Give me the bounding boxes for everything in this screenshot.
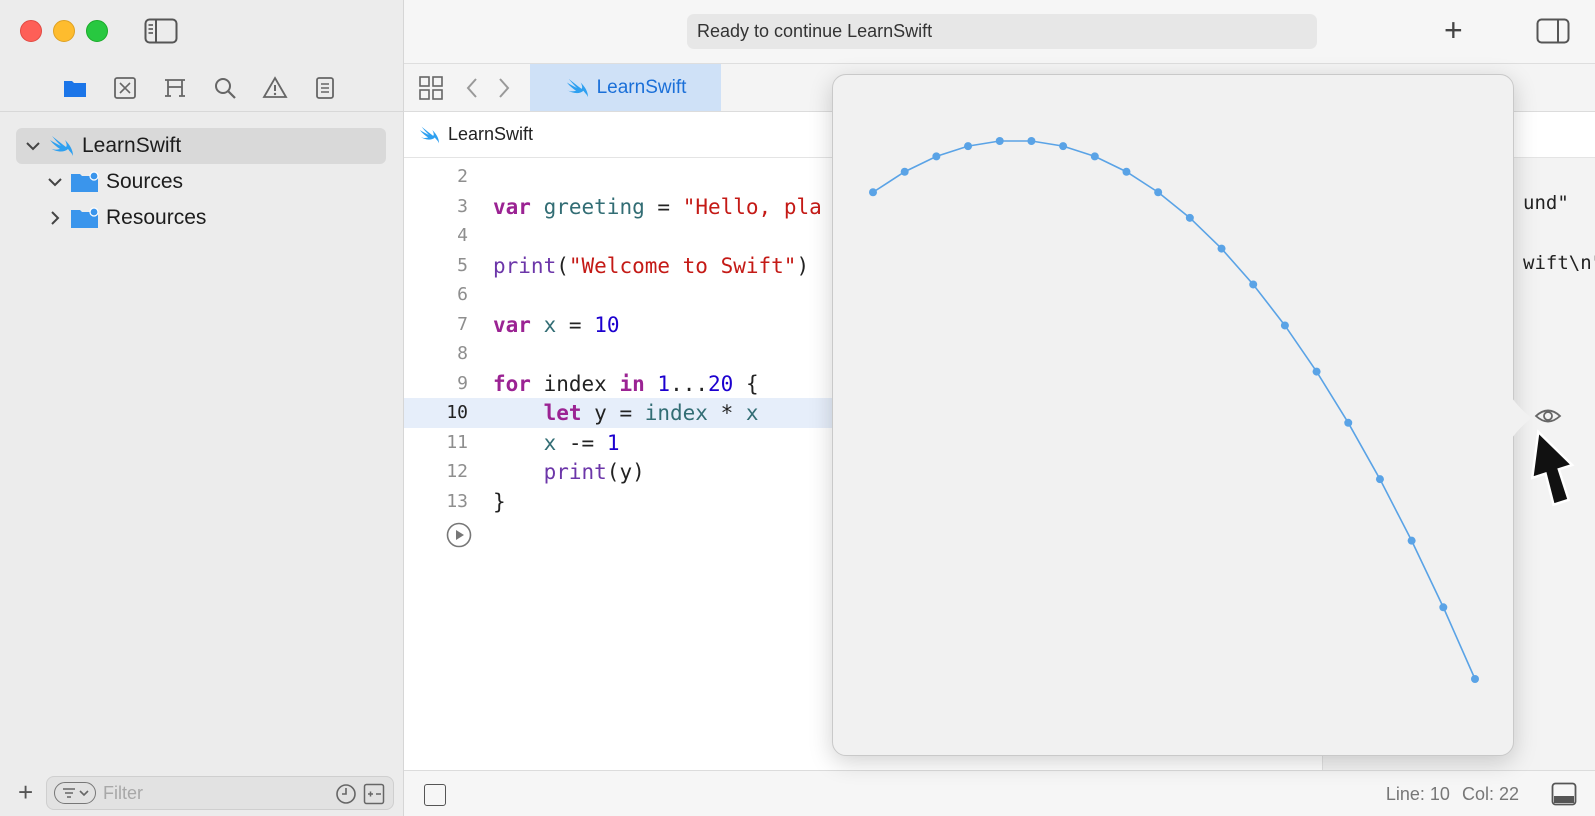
breadcrumb-label: LearnSwift	[448, 124, 534, 144]
data-point	[964, 142, 973, 151]
folder-icon	[71, 207, 99, 228]
chevron-down-icon[interactable]	[24, 137, 42, 155]
cursor-position: Line: 10 Col: 22	[1386, 784, 1519, 805]
title-bar: Ready to continue LearnSwift +	[404, 0, 1595, 64]
data-point	[1312, 367, 1321, 376]
tree-item-project-label: LearnSwift	[82, 134, 182, 157]
zoom-window-button[interactable]	[86, 20, 108, 42]
report-icon[interactable]	[312, 75, 338, 101]
data-point	[1217, 244, 1226, 253]
navigator-toolbar	[0, 64, 404, 112]
line-number-gutter: 2	[457, 166, 468, 187]
data-point	[1375, 475, 1384, 484]
result-line-chart	[869, 137, 1479, 683]
filter-input[interactable]: Filter	[103, 783, 143, 804]
data-point	[1471, 675, 1479, 683]
line-number-gutter: 4	[457, 225, 468, 246]
data-point	[1122, 167, 1131, 176]
inspector-toggle-icon[interactable]	[1536, 18, 1570, 44]
warning-icon[interactable]	[262, 75, 288, 101]
library-add-button[interactable]: +	[1444, 14, 1463, 46]
line-number-gutter: 10	[446, 402, 468, 423]
code-text[interactable]: for index in 1...20 {	[493, 372, 759, 396]
status-bar: Line: 10 Col: 22	[404, 770, 1595, 816]
data-point	[869, 188, 877, 197]
search-icon[interactable]	[212, 75, 238, 101]
chevron-right-icon[interactable]	[46, 209, 64, 227]
line-number-gutter: 11	[446, 431, 468, 453]
data-point	[1344, 418, 1353, 427]
line-number-gutter: 13	[446, 490, 468, 512]
data-point	[900, 167, 909, 176]
quick-look-graph-popover	[832, 74, 1514, 756]
data-point	[1439, 603, 1448, 612]
data-point	[1249, 280, 1258, 289]
data-point	[932, 152, 941, 161]
result-line-5[interactable]: wift\n"	[1523, 252, 1595, 274]
project-tree: LearnSwift Sources Resources	[16, 128, 386, 236]
related-items-grid-icon[interactable]	[418, 75, 444, 101]
recent-files-icon[interactable]	[335, 783, 357, 805]
chevron-down-icon[interactable]	[46, 173, 64, 191]
minimize-window-button[interactable]	[53, 20, 75, 42]
filter-field[interactable]: Filter	[46, 776, 394, 810]
line-number-gutter: 7	[457, 313, 468, 335]
data-point	[1154, 188, 1163, 197]
tree-item-resources-label: Resources	[106, 206, 207, 229]
tree-item-resources[interactable]: Resources	[16, 200, 386, 236]
series-line	[872, 140, 1476, 680]
code-text[interactable]: print("Welcome to Swift")	[493, 254, 809, 278]
chevron-right-icon[interactable]	[490, 75, 516, 101]
tab-label: LearnSwift	[596, 76, 687, 98]
line-number-gutter: 8	[457, 343, 468, 364]
mouse-cursor-icon	[1530, 429, 1575, 507]
navigator-filter-bar: + Filter	[0, 770, 404, 816]
line-number-gutter: 12	[446, 461, 468, 482]
navigator-sidebar: LearnSwift Sources Resources + Filter	[0, 0, 404, 816]
data-point	[1027, 137, 1036, 145]
add-file-button[interactable]: +	[18, 779, 33, 805]
line-number-gutter: 6	[457, 284, 468, 305]
code-text[interactable]: x -= 1	[493, 431, 620, 455]
filter-options-icon[interactable]	[54, 782, 96, 804]
tree-item-sources-label: Sources	[106, 170, 184, 193]
activity-status: Ready to continue LearnSwift	[687, 14, 1317, 49]
run-playground-icon[interactable]	[446, 522, 472, 548]
eye-icon[interactable]	[1534, 405, 1562, 427]
sidebar-toggle-icon[interactable]	[144, 18, 178, 44]
column-number: Col: 22	[1461, 784, 1519, 804]
code-text[interactable]: }	[493, 490, 506, 514]
data-point	[995, 137, 1004, 145]
result-line-3[interactable]: und"	[1523, 192, 1569, 214]
data-point	[1059, 142, 1068, 151]
console-toggle-icon[interactable]	[1551, 782, 1577, 806]
data-point	[1185, 213, 1194, 222]
close-window-button[interactable]	[20, 20, 42, 42]
code-text[interactable]: var x = 10	[493, 313, 619, 337]
line-number-gutter: 3	[457, 195, 468, 217]
code-text[interactable]: let y = index * x	[493, 401, 759, 425]
data-point	[1407, 536, 1416, 545]
swift-logo-icon	[419, 126, 439, 143]
debug-area-checkbox[interactable]	[424, 784, 446, 806]
code-text[interactable]: var greeting = "Hello, pla	[493, 195, 822, 219]
data-point	[1280, 321, 1289, 330]
data-point	[1090, 152, 1099, 161]
tree-item-sources[interactable]: Sources	[16, 164, 386, 200]
symbol-navigator-icon[interactable]	[162, 75, 188, 101]
code-text[interactable]: print(y)	[493, 460, 645, 484]
folder-icon[interactable]	[62, 75, 88, 101]
tab-learnswift[interactable]: LearnSwift	[530, 64, 721, 111]
tree-item-project[interactable]: LearnSwift	[16, 128, 386, 164]
line-number: Line: 10	[1385, 784, 1450, 804]
swift-logo-icon	[50, 136, 73, 156]
source-control-icon[interactable]	[112, 75, 138, 101]
line-number-gutter: 9	[457, 372, 468, 394]
chevron-left-icon[interactable]	[460, 75, 486, 101]
folder-icon	[71, 171, 99, 192]
source-control-filter-icon[interactable]	[363, 783, 385, 805]
swift-logo-icon	[566, 78, 588, 97]
line-number-gutter: 5	[457, 254, 468, 276]
